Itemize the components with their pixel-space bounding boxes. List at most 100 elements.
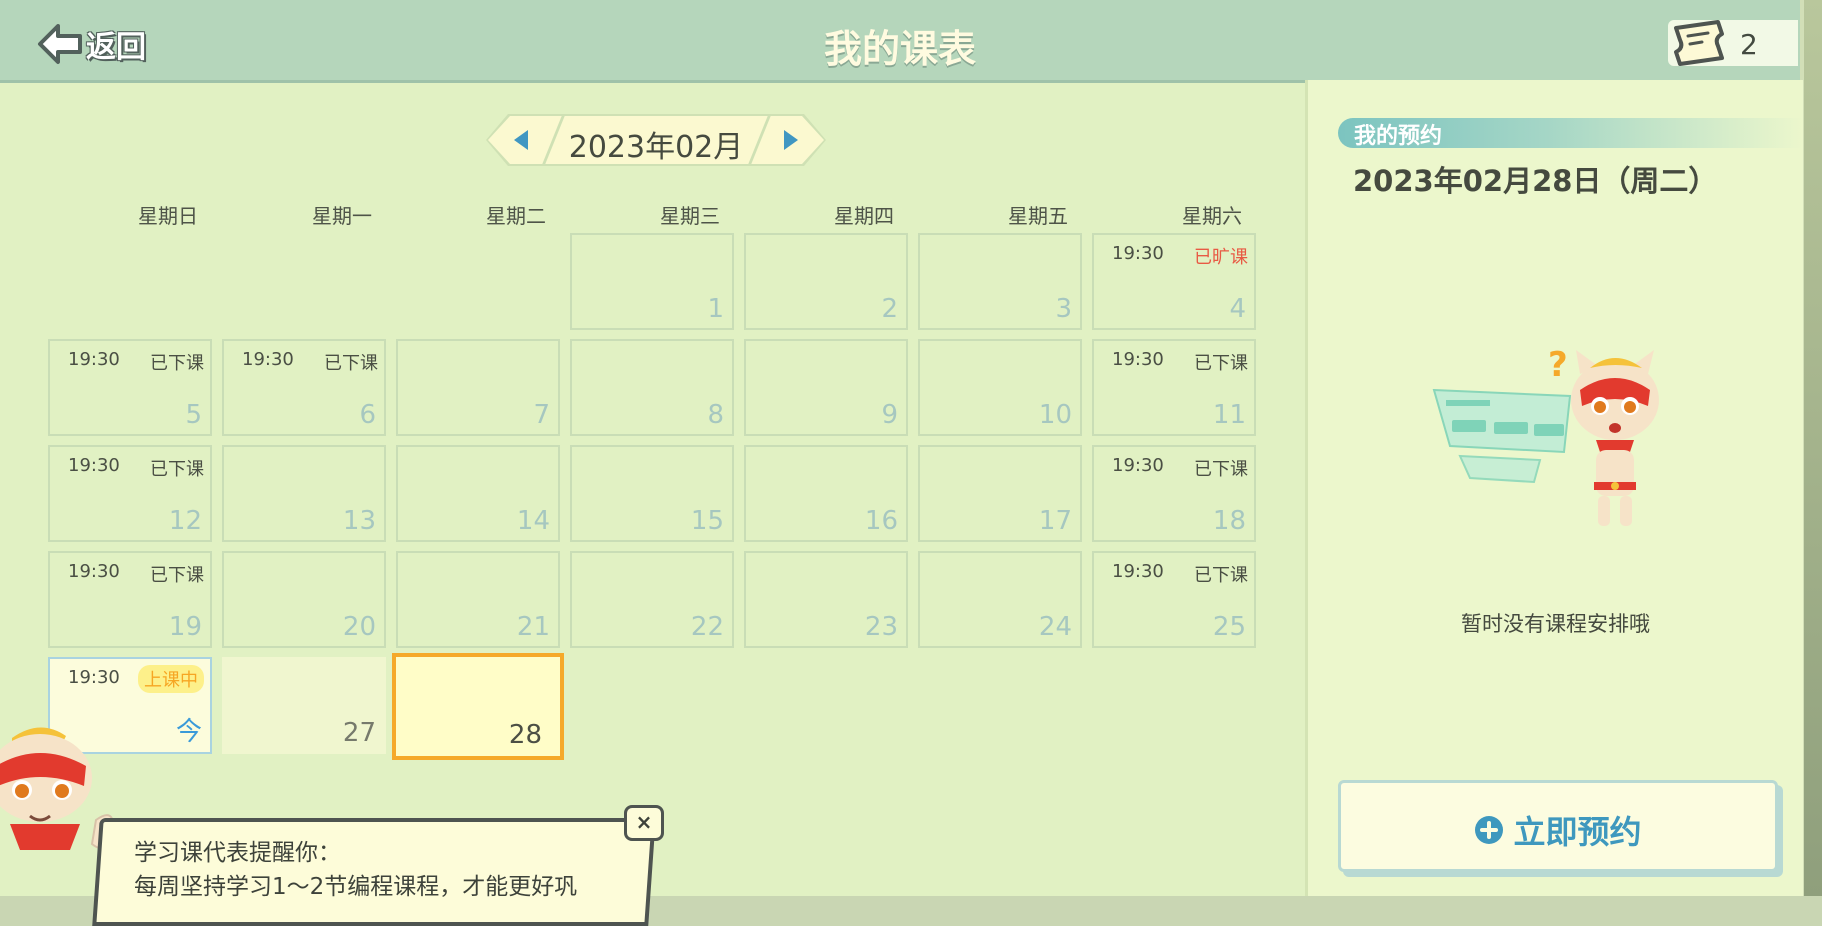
weekday-label: 星期六: [1182, 204, 1242, 228]
svg-text:?: ?: [1548, 345, 1568, 385]
day-number: 8: [707, 400, 724, 430]
ticket-count: 2: [1740, 28, 1758, 61]
day-number: 2: [881, 294, 898, 324]
calendar-day-cell[interactable]: 19:30 已下课 12: [48, 445, 212, 542]
calendar-day-cell[interactable]: 8: [570, 339, 734, 436]
class-time: 19:30: [1112, 455, 1164, 476]
calendar-day-cell[interactable]: 20: [222, 551, 386, 648]
day-number: 9: [881, 400, 898, 430]
class-time: 19:30: [242, 349, 294, 370]
book-now-button[interactable]: 立即预约: [1338, 780, 1778, 872]
weekday-label: 星期五: [1008, 204, 1068, 228]
day-number: 22: [690, 612, 724, 642]
close-reminder-button[interactable]: ×: [624, 805, 664, 841]
calendar-day-cell[interactable]: 13: [222, 445, 386, 542]
calendar-day-cell[interactable]: 14: [396, 445, 560, 542]
calendar-day-cell[interactable]: 1: [570, 233, 734, 330]
day-number: 14: [516, 506, 550, 536]
calendar-day-cell[interactable]: 15: [570, 445, 734, 542]
class-time: 19:30: [1112, 243, 1164, 264]
calendar-day-cell[interactable]: 2: [744, 233, 908, 330]
day-number: 25: [1212, 612, 1246, 642]
class-time: 19:30: [68, 667, 120, 688]
day-number: 13: [342, 506, 376, 536]
day-number: 3: [1055, 294, 1072, 324]
class-time: 19:30: [68, 349, 120, 370]
class-status-badge: 已下课: [1194, 459, 1248, 480]
day-number: 6: [359, 400, 376, 430]
month-label: 2023年02月: [568, 130, 744, 165]
ticket-counter: 2: [1668, 20, 1798, 66]
day-number: 4: [1229, 294, 1246, 324]
calendar-day-cell[interactable]: 19:30 已下课 19: [48, 551, 212, 648]
class-status-badge: 上课中: [138, 665, 204, 693]
day-number: 7: [533, 400, 550, 430]
calendar-day-cell[interactable]: 16: [744, 445, 908, 542]
calendar-day-cell[interactable]: 19:30 已下课 25: [1092, 551, 1256, 648]
calendar-day-cell[interactable]: 19:30 已下课 6: [222, 339, 386, 436]
weekday-label: 星期日: [138, 204, 198, 228]
class-status-badge: 已下课: [150, 353, 204, 374]
calendar-day-cell[interactable]: 24: [918, 551, 1082, 648]
day-number: 24: [1038, 612, 1072, 642]
day-number: 27: [342, 718, 376, 748]
weekday-label: 星期四: [834, 204, 894, 228]
class-status-badge: 已下课: [1194, 353, 1248, 374]
calendar-day-cell[interactable]: 22: [570, 551, 734, 648]
reminder-line-1: 学习课代表提醒你：: [134, 840, 341, 866]
calendar-day-cell[interactable]: 3: [918, 233, 1082, 330]
book-now-label: 立即预约: [1513, 813, 1642, 851]
day-number: 1: [707, 294, 724, 324]
month-navigator: 2023年02月: [486, 114, 826, 166]
day-number: 18: [1212, 506, 1246, 536]
calendar-day-cell[interactable]: 19:30 已下课 5: [48, 339, 212, 436]
day-number: 12: [168, 506, 202, 536]
class-time: 19:30: [68, 561, 120, 582]
prev-month-icon[interactable]: [510, 128, 534, 152]
reminder-line-2: 每周坚持学习1～2节编程课程，才能更好巩: [134, 874, 578, 900]
calendar-day-cell[interactable]: 7: [396, 339, 560, 436]
plus-circle-icon: [1475, 816, 1504, 844]
weekday-label: 星期三: [660, 204, 720, 228]
calendar-day-cell[interactable]: 28: [392, 653, 564, 760]
class-status-badge: 已下课: [150, 565, 204, 586]
class-status-badge: 已旷课: [1194, 247, 1248, 268]
background-edge: [1804, 0, 1822, 896]
mascot-study-plan-illustration: ?: [1432, 345, 1659, 526]
class-time: 19:30: [1112, 561, 1164, 582]
calendar-day-cell[interactable]: 19:30 已下课 18: [1092, 445, 1256, 542]
day-number: 19: [168, 612, 202, 642]
day-number: 28: [508, 720, 542, 750]
calendar-day-cell[interactable]: 10: [918, 339, 1082, 436]
day-number: 21: [516, 612, 550, 642]
page-title: 我的课表: [823, 27, 976, 71]
class-status-badge: 已下课: [1194, 565, 1248, 586]
weekday-label: 星期一: [312, 204, 372, 228]
calendar-day-cell[interactable]: 19:30 已旷课 4: [1092, 233, 1256, 330]
calendar-day-cell[interactable]: 21: [396, 551, 560, 648]
ticket-icon: [1674, 20, 1724, 66]
day-number: 23: [864, 612, 898, 642]
next-month-icon[interactable]: [778, 128, 802, 152]
reservation-header-bar: 我的预约: [1338, 118, 1803, 149]
calendar-day-cell[interactable]: 19:30 已下课 11: [1092, 339, 1256, 436]
calendar-day-cell[interactable]: 27: [222, 657, 386, 754]
day-number: 20: [342, 612, 376, 642]
empty-schedule-text: 暂时没有课程安排哦: [1461, 612, 1650, 636]
day-number: 17: [1038, 506, 1072, 536]
day-number: 11: [1212, 400, 1246, 430]
calendar-day-cell[interactable]: 23: [744, 551, 908, 648]
top-bar: 返回 我的课表 2: [0, 0, 1800, 83]
day-number: 今: [175, 717, 202, 747]
day-number: 10: [1038, 400, 1072, 430]
calendar-day-cell[interactable]: 17: [918, 445, 1082, 542]
reservation-label: 我的预约: [1354, 124, 1443, 149]
class-status-badge: 已下课: [324, 353, 378, 374]
reminder-text: 学习课代表提醒你： 每周坚持学习1～2节编程课程，才能更好巩: [134, 836, 577, 904]
day-number: 16: [864, 506, 898, 536]
selected-date: 2023年02月28日（周二）: [1353, 164, 1718, 198]
class-time: 19:30: [68, 455, 120, 476]
weekday-label: 星期二: [486, 204, 546, 228]
calendar-day-cell[interactable]: 9: [744, 339, 908, 436]
day-number: 15: [690, 506, 724, 536]
